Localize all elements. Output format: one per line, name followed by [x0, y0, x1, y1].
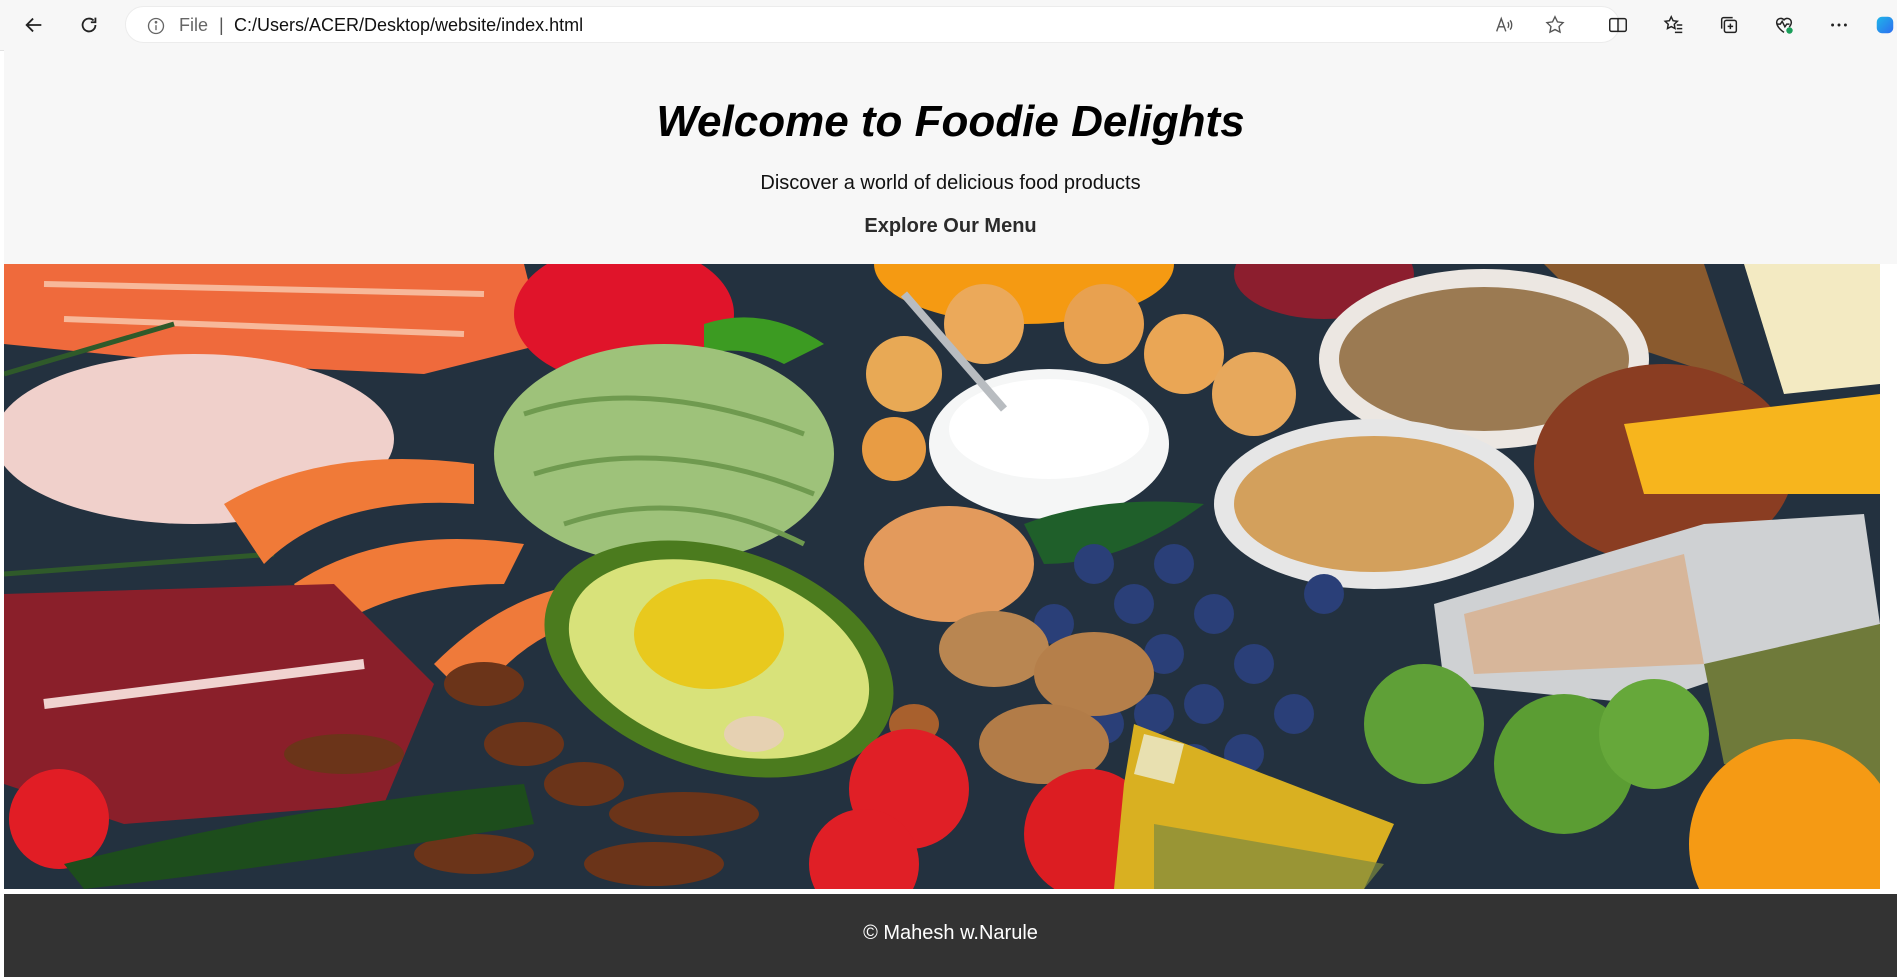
collections-button[interactable]: [1712, 8, 1746, 42]
favorites-icon: [1663, 15, 1683, 34]
address-url[interactable]: C:/Users/ACER/Desktop/website/index.html: [234, 15, 583, 36]
hero-food-image: [4, 264, 1880, 889]
favorites-button[interactable]: [1657, 8, 1691, 42]
favorite-star-icon: [1545, 15, 1565, 34]
collections-icon: [1720, 16, 1738, 34]
site-footer: © Mahesh w.Narule: [4, 894, 1897, 977]
page-title: Welcome to Foodie Delights: [656, 97, 1245, 146]
browser-essentials-icon: [1775, 17, 1793, 34]
refresh-icon: [81, 17, 97, 33]
browser-essentials-button[interactable]: [1767, 8, 1801, 42]
more-button[interactable]: [1822, 8, 1856, 42]
copilot-icon: [1876, 16, 1894, 34]
refresh-button[interactable]: [72, 8, 106, 42]
explore-menu-link[interactable]: Explore Our Menu: [4, 215, 1897, 238]
copilot-button[interactable]: [1873, 8, 1897, 42]
site-header: Welcome to Foodie Delights Discover a wo…: [4, 50, 1897, 264]
address-bar[interactable]: File | C:/Users/ACER/Desktop/website/ind…: [125, 6, 1620, 43]
split-screen-icon: [1609, 17, 1627, 33]
browser-toolbar: File | C:/Users/ACER/Desktop/website/ind…: [0, 0, 1897, 51]
web-page: Welcome to Foodie Delights Discover a wo…: [4, 50, 1897, 977]
more-icon: [1831, 23, 1847, 27]
footer-copyright: © Mahesh w.Narule: [863, 922, 1038, 944]
back-icon: [25, 17, 42, 33]
tagline: Discover a world of delicious food produ…: [760, 172, 1141, 194]
read-aloud-button[interactable]: [1493, 14, 1515, 36]
info-icon[interactable]: [146, 16, 166, 36]
split-screen-button[interactable]: [1601, 8, 1635, 42]
address-separator: |: [219, 15, 224, 35]
back-button[interactable]: [17, 8, 51, 42]
read-aloud-icon: [1496, 16, 1513, 32]
address-scheme-label: File: [179, 15, 209, 35]
food-photo-illustration: [4, 264, 1880, 889]
favorite-button[interactable]: [1544, 14, 1566, 36]
